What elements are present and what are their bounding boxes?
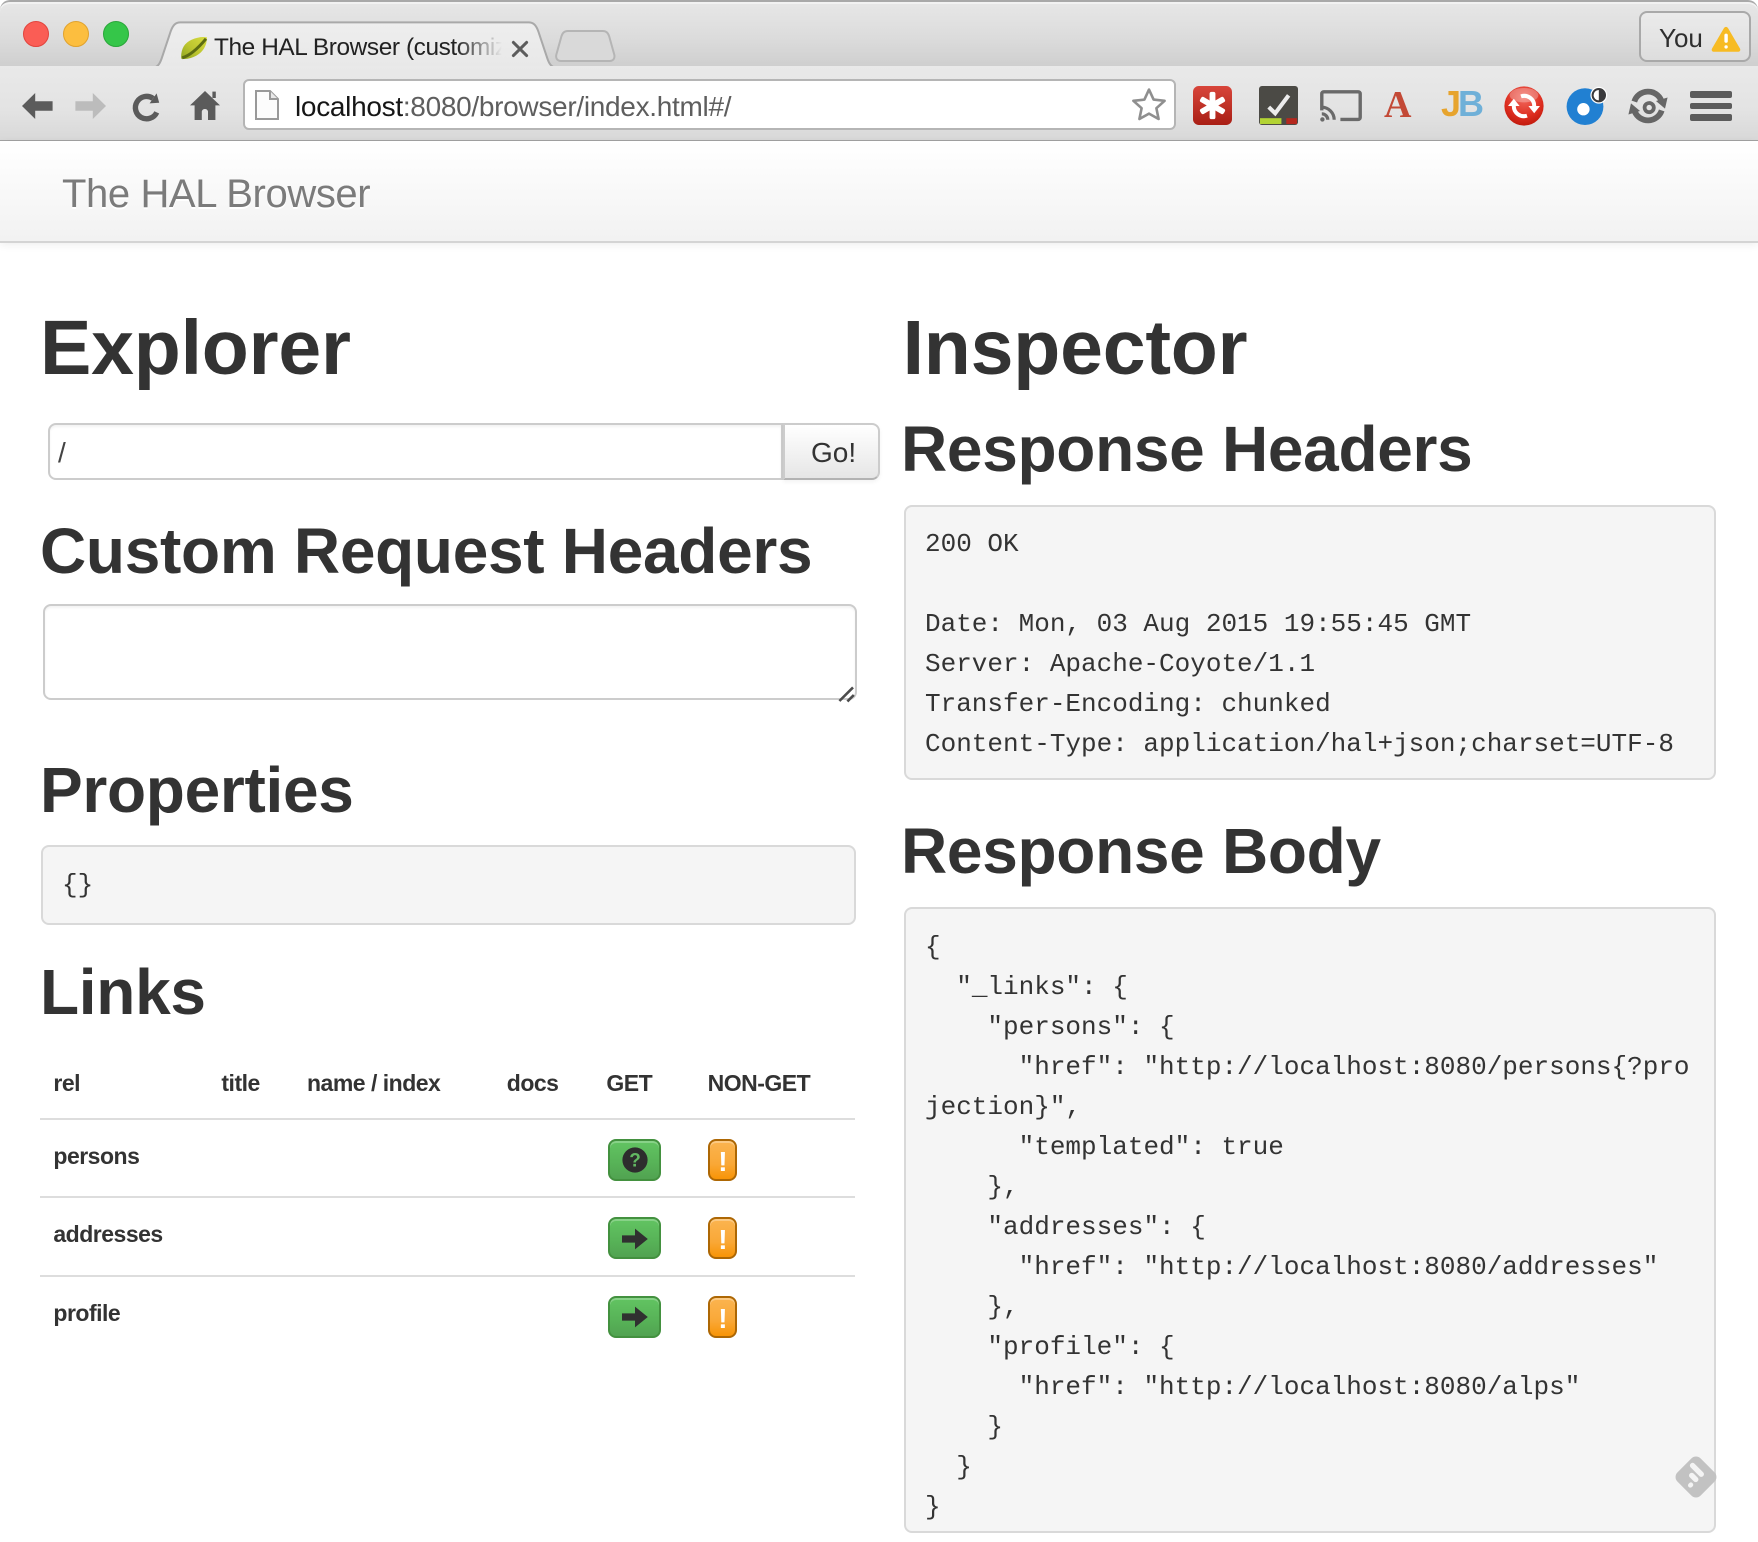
svg-text:?: ? bbox=[629, 1151, 641, 1172]
